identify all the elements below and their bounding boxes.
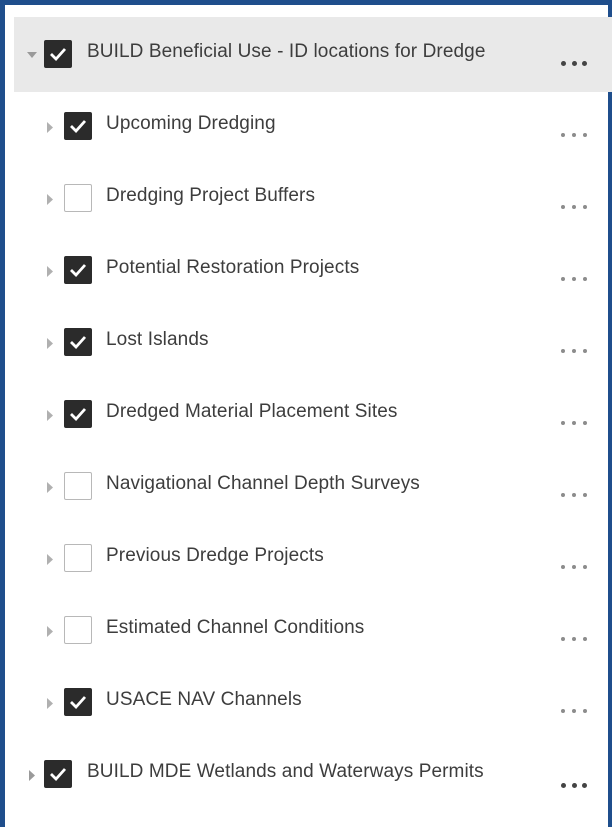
sublayer-upcoming-dredging[interactable]: Upcoming Dredging <box>0 107 612 147</box>
caret-right-icon[interactable] <box>44 323 56 363</box>
layer-label: USACE NAV Channels <box>106 689 302 710</box>
layer-label: BUILD MDE Wetlands and Waterways Permits <box>87 761 484 782</box>
caret-right-icon[interactable] <box>44 683 56 723</box>
checkmark-icon <box>50 48 67 61</box>
sublayer-estimated-channel-conditions[interactable]: Estimated Channel Conditions <box>0 611 612 651</box>
caret-right-icon[interactable] <box>44 251 56 291</box>
layer-checkbox[interactable] <box>44 40 72 68</box>
checkmark-icon <box>70 408 87 421</box>
caret-right-icon[interactable] <box>44 467 56 507</box>
layer-group-build-beneficial-use[interactable]: BUILD Beneficial Use - ID locations for … <box>0 35 612 75</box>
more-options-icon[interactable] <box>561 561 587 573</box>
layer-checkbox[interactable] <box>44 760 72 788</box>
layer-label: Navigational Channel Depth Surveys <box>106 473 420 494</box>
layer-group-build-mde-wetlands[interactable]: BUILD MDE Wetlands and Waterways Permits <box>0 755 612 795</box>
more-options-icon[interactable] <box>561 201 587 213</box>
layer-label: Dredging Project Buffers <box>106 185 316 206</box>
layer-label: Potential Restoration Projects <box>106 257 360 278</box>
sublayer-dredging-project-buffers[interactable]: Dredging Project Buffers <box>0 179 612 219</box>
sublayer-potential-restoration-projects[interactable]: Potential Restoration Projects <box>0 251 612 291</box>
more-options-icon[interactable] <box>561 489 587 501</box>
caret-right-icon[interactable] <box>44 611 56 651</box>
checkmark-icon <box>70 696 87 709</box>
more-options-icon[interactable] <box>561 779 587 791</box>
layer-label: BUILD Beneficial Use - ID locations for … <box>87 41 486 62</box>
sublayer-usace-nav-channels[interactable]: USACE NAV Channels <box>0 683 612 723</box>
layer-checkbox[interactable] <box>64 688 92 716</box>
checkmark-icon <box>70 264 87 277</box>
more-options-icon[interactable] <box>561 633 587 645</box>
caret-right-icon[interactable] <box>44 179 56 219</box>
layer-checkbox[interactable] <box>64 472 92 500</box>
layer-label: Previous Dredge Projects <box>106 545 324 566</box>
layer-checkbox[interactable] <box>64 400 92 428</box>
layer-checkbox[interactable] <box>64 616 92 644</box>
layer-checkbox[interactable] <box>64 184 92 212</box>
layer-checkbox[interactable] <box>64 328 92 356</box>
sublayer-previous-dredge-projects[interactable]: Previous Dredge Projects <box>0 539 612 579</box>
checkmark-icon <box>50 768 67 781</box>
layer-checkbox[interactable] <box>64 544 92 572</box>
sublayer-navigational-channel-depth-surveys[interactable]: Navigational Channel Depth Surveys <box>0 467 612 507</box>
layer-label: Upcoming Dredging <box>106 113 276 134</box>
layer-checkbox[interactable] <box>64 256 92 284</box>
caret-down-icon[interactable] <box>26 35 38 75</box>
caret-right-icon[interactable] <box>44 107 56 147</box>
sublayer-dredged-material-placement-sites[interactable]: Dredged Material Placement Sites <box>0 395 612 435</box>
caret-right-icon[interactable] <box>26 755 38 795</box>
layer-label: Lost Islands <box>106 329 209 350</box>
more-options-icon[interactable] <box>561 57 587 69</box>
layer-label: Estimated Channel Conditions <box>106 617 365 638</box>
more-options-icon[interactable] <box>561 129 587 141</box>
caret-right-icon[interactable] <box>44 539 56 579</box>
caret-right-icon[interactable] <box>44 395 56 435</box>
more-options-icon[interactable] <box>561 705 587 717</box>
checkmark-icon <box>70 336 87 349</box>
more-options-icon[interactable] <box>561 273 587 285</box>
more-options-icon[interactable] <box>561 417 587 429</box>
checkmark-icon <box>70 120 87 133</box>
layer-label: Dredged Material Placement Sites <box>106 401 398 422</box>
sublayer-lost-islands[interactable]: Lost Islands <box>0 323 612 363</box>
more-options-icon[interactable] <box>561 345 587 357</box>
layer-checkbox[interactable] <box>64 112 92 140</box>
